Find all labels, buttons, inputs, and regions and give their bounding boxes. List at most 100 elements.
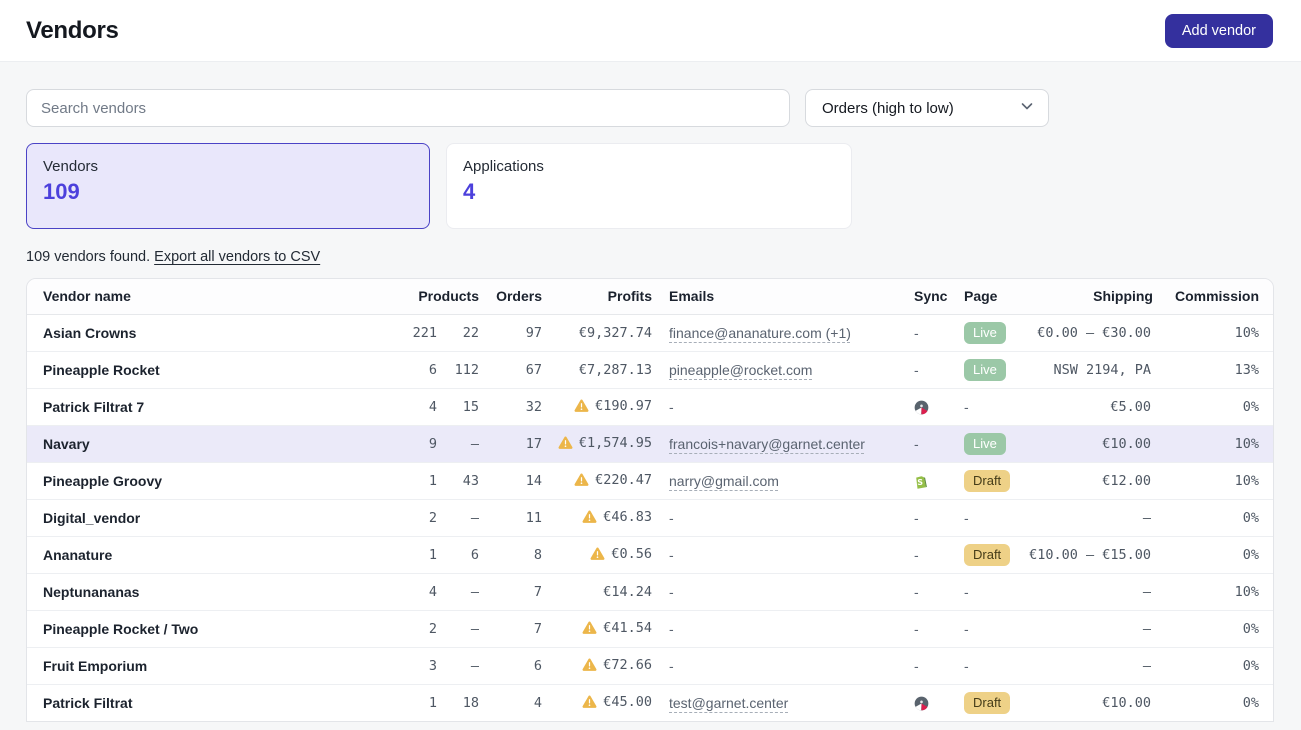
email-link[interactable]: test@garnet.center xyxy=(669,695,788,711)
email-link[interactable]: francois+navary@garnet.center xyxy=(669,436,865,452)
shipping-cell: €10.00 – €15.00 xyxy=(1023,536,1153,573)
top-bar: Vendors Add vendor xyxy=(0,0,1301,62)
search-input[interactable] xyxy=(26,89,790,127)
products-count: 221 xyxy=(412,314,437,351)
svg-text:S: S xyxy=(917,478,923,487)
sort-select-value: Orders (high to low) xyxy=(822,100,954,117)
main-content: Orders (high to low) Vendors 109 Applica… xyxy=(0,62,1301,722)
vendor-table-body: Asian Crowns 221 22 97 €9,327.74 finance… xyxy=(27,314,1274,721)
email-link: - xyxy=(669,621,674,637)
commission-cell: 0% xyxy=(1153,536,1274,573)
shipping-cell: – xyxy=(1023,647,1153,684)
table-row[interactable]: Ananature 1 6 8 €0.56 - - Draft €10.00 –… xyxy=(27,536,1274,573)
col-header-shipping: Shipping xyxy=(1023,279,1153,314)
profit-value: €190.97 xyxy=(595,398,652,414)
tab-applications-label: Applications xyxy=(463,158,835,175)
commission-cell: 0% xyxy=(1153,610,1274,647)
shipping-cell: €10.00 xyxy=(1023,425,1153,462)
page-empty: - xyxy=(964,658,969,674)
profit-cell: €1,574.95 xyxy=(542,425,652,462)
profit-value: €7,287.13 xyxy=(579,362,652,378)
page-empty: - xyxy=(964,584,969,600)
orders-count: 4 xyxy=(479,684,542,721)
add-vendor-button[interactable]: Add vendor xyxy=(1165,14,1273,48)
shipping-cell: – xyxy=(1023,573,1153,610)
shipping-cell: €12.00 xyxy=(1023,462,1153,499)
email-link[interactable]: finance@ananature.com (+1) xyxy=(669,325,851,341)
products-secondary-count: – xyxy=(437,499,479,536)
email-link[interactable]: pineapple@rocket.com xyxy=(669,362,812,378)
vendor-name: Patrick Filtrat 7 xyxy=(27,388,412,425)
orders-count: 8 xyxy=(479,536,542,573)
sort-select[interactable]: Orders (high to low) xyxy=(805,89,1049,127)
commission-cell: 0% xyxy=(1153,684,1274,721)
profit-value: €220.47 xyxy=(595,472,652,488)
profit-cell: €14.24 xyxy=(542,573,652,610)
tab-vendors[interactable]: Vendors 109 xyxy=(26,143,430,229)
vendor-name: Asian Crowns xyxy=(27,314,412,351)
vendor-name: Pineapple Rocket xyxy=(27,351,412,388)
page-cell: Live xyxy=(948,425,1023,462)
orders-count: 7 xyxy=(479,573,542,610)
table-row[interactable]: Fruit Emporium 3 – 6 €72.66 - - - – 0% xyxy=(27,647,1274,684)
email-cell: - xyxy=(652,499,897,536)
products-count: 4 xyxy=(412,573,437,610)
table-row[interactable]: Patrick Filtrat 1 18 4 €45.00 test@garne… xyxy=(27,684,1274,721)
sync-empty: - xyxy=(914,436,919,452)
tab-applications[interactable]: Applications 4 xyxy=(446,143,852,229)
page-status-badge: Draft xyxy=(964,470,1010,492)
warning-icon xyxy=(590,547,605,564)
products-count: 1 xyxy=(412,684,437,721)
email-link[interactable]: narry@gmail.com xyxy=(669,473,779,489)
orders-count: 11 xyxy=(479,499,542,536)
products-secondary-count: 22 xyxy=(437,314,479,351)
prestashop-icon xyxy=(914,694,929,710)
table-row[interactable]: Digital_vendor 2 – 11 €46.83 - - - – 0% xyxy=(27,499,1274,536)
tab-vendors-label: Vendors xyxy=(43,158,413,175)
prestashop-icon xyxy=(914,398,929,414)
orders-count: 6 xyxy=(479,647,542,684)
col-header-sync: Sync xyxy=(897,279,948,314)
page-status-badge: Draft xyxy=(964,544,1010,566)
profit-cell: €45.00 xyxy=(542,684,652,721)
warning-icon xyxy=(582,510,597,527)
email-link: - xyxy=(669,584,674,600)
email-link: - xyxy=(669,510,674,526)
table-row[interactable]: Pineapple Rocket / Two 2 – 7 €41.54 - - … xyxy=(27,610,1274,647)
sync-cell: - xyxy=(897,314,948,351)
commission-cell: 10% xyxy=(1153,314,1274,351)
profit-value: €14.24 xyxy=(603,584,652,600)
shipping-cell: – xyxy=(1023,499,1153,536)
products-count: 2 xyxy=(412,610,437,647)
profit-value: €41.54 xyxy=(603,620,652,636)
profit-cell: €7,287.13 xyxy=(542,351,652,388)
warning-icon xyxy=(582,621,597,638)
products-secondary-count: – xyxy=(437,610,479,647)
page-cell: Live xyxy=(948,314,1023,351)
col-header-commission: Commission xyxy=(1153,279,1274,314)
email-link: - xyxy=(669,658,674,674)
page-cell: - xyxy=(948,499,1023,536)
table-row[interactable]: Patrick Filtrat 7 4 15 32 €190.97 - - €5… xyxy=(27,388,1274,425)
results-summary: 109 vendors found.Export all vendors to … xyxy=(26,249,1274,265)
page-cell: Live xyxy=(948,351,1023,388)
page-status-badge: Live xyxy=(964,322,1006,344)
products-secondary-count: – xyxy=(437,647,479,684)
products-secondary-count: 18 xyxy=(437,684,479,721)
table-row[interactable]: Pineapple Rocket 6 112 67 €7,287.13 pine… xyxy=(27,351,1274,388)
sync-empty: - xyxy=(914,584,919,600)
export-csv-link[interactable]: Export all vendors to CSV xyxy=(154,249,320,265)
tab-vendors-count: 109 xyxy=(43,179,413,205)
warning-icon xyxy=(582,695,597,712)
vendor-table: Vendor name Products Orders Profits Emai… xyxy=(26,278,1274,722)
table-row[interactable]: Navary 9 – 17 €1,574.95 francois+navary@… xyxy=(27,425,1274,462)
table-row[interactable]: Asian Crowns 221 22 97 €9,327.74 finance… xyxy=(27,314,1274,351)
col-header-profits: Profits xyxy=(542,279,652,314)
table-row[interactable]: Neptunananas 4 – 7 €14.24 - - - – 10% xyxy=(27,573,1274,610)
vendor-name: Navary xyxy=(27,425,412,462)
shipping-cell: – xyxy=(1023,610,1153,647)
table-row[interactable]: Pineapple Groovy 1 43 14 €220.47 narry@g… xyxy=(27,462,1274,499)
vendor-name: Pineapple Rocket / Two xyxy=(27,610,412,647)
col-header-products: Products xyxy=(412,279,479,314)
orders-count: 32 xyxy=(479,388,542,425)
